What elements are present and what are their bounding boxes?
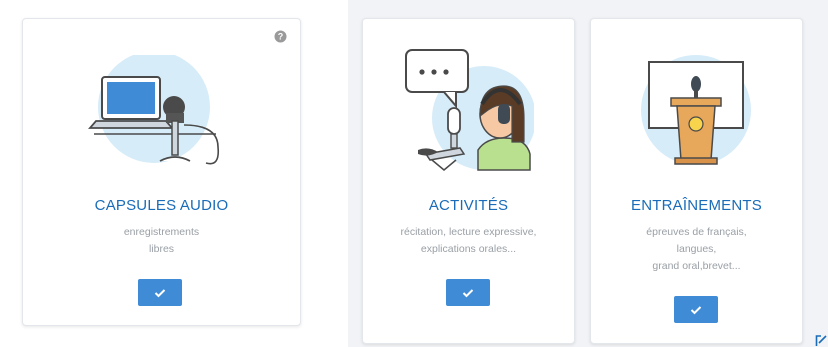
card-description-line: récitation, lecture expressive, [400,226,537,238]
select-capsules-audio-button[interactable] [138,279,182,306]
help-icon[interactable]: ? [274,30,287,43]
check-icon [154,288,166,297]
card-description-line: explications orales... [420,243,517,255]
card-description-line: enregistrements [123,226,200,238]
select-activites-button[interactable] [446,279,490,306]
card-title: ENTRAÎNEMENTS [631,197,762,214]
card-description: épreuves de français, langues, grand ora… [590,224,803,275]
card-description-line: langues, [676,243,717,255]
card-description-line: libres [148,243,175,255]
card-description-line: épreuves de français, [646,226,747,238]
card-description: récitation, lecture expressive, explicat… [362,224,575,258]
laptop-microphone-illustration [88,55,220,165]
card-title: ACTIVITÉS [428,197,509,214]
card-description: enregistrements libres [22,224,301,258]
card-title: CAPSULES AUDIO [94,197,229,214]
person-headset-speech-illustration [405,49,534,171]
check-icon [690,305,702,314]
card-description-line: grand oral,brevet... [652,260,741,272]
lectern-microphone-illustration [641,55,751,165]
svg-text:?: ? [278,32,284,42]
select-entrainements-button[interactable] [674,296,718,323]
check-icon [462,288,474,297]
edit-icon[interactable] [815,333,828,347]
